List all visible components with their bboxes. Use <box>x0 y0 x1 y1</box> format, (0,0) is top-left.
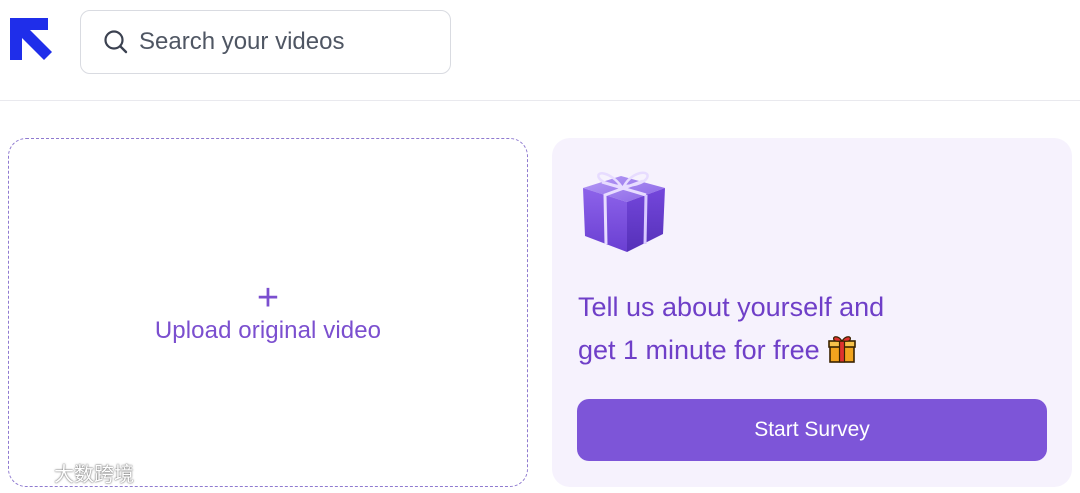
search-icon <box>103 29 129 55</box>
brand-logo-icon[interactable] <box>8 16 54 62</box>
survey-promo-card: Tell us about yourself and get 1 minute … <box>552 138 1072 487</box>
gift-box-image <box>577 164 671 256</box>
search-box[interactable] <box>80 10 451 74</box>
upload-label: Upload original video <box>154 316 382 344</box>
promo-message: Tell us about yourself and get 1 minute … <box>578 286 1038 372</box>
upload-video-dropzone[interactable]: + Upload original video <box>8 138 528 487</box>
promo-line-2: get 1 minute for free <box>578 335 820 365</box>
wrapped-gift-emoji-icon <box>827 334 856 364</box>
plus-icon: + <box>256 276 280 319</box>
watermark-text: 大数跨境 <box>54 463 134 486</box>
start-survey-button[interactable]: Start Survey <box>577 399 1047 461</box>
promo-line-2-wrap: get 1 minute for free <box>578 329 1038 372</box>
promo-line-1: Tell us about yourself and <box>578 292 885 322</box>
watermark-logo-icon <box>10 458 50 486</box>
top-header <box>0 0 1080 101</box>
search-input[interactable] <box>139 28 439 56</box>
watermark: 大数跨境 <box>10 458 134 486</box>
